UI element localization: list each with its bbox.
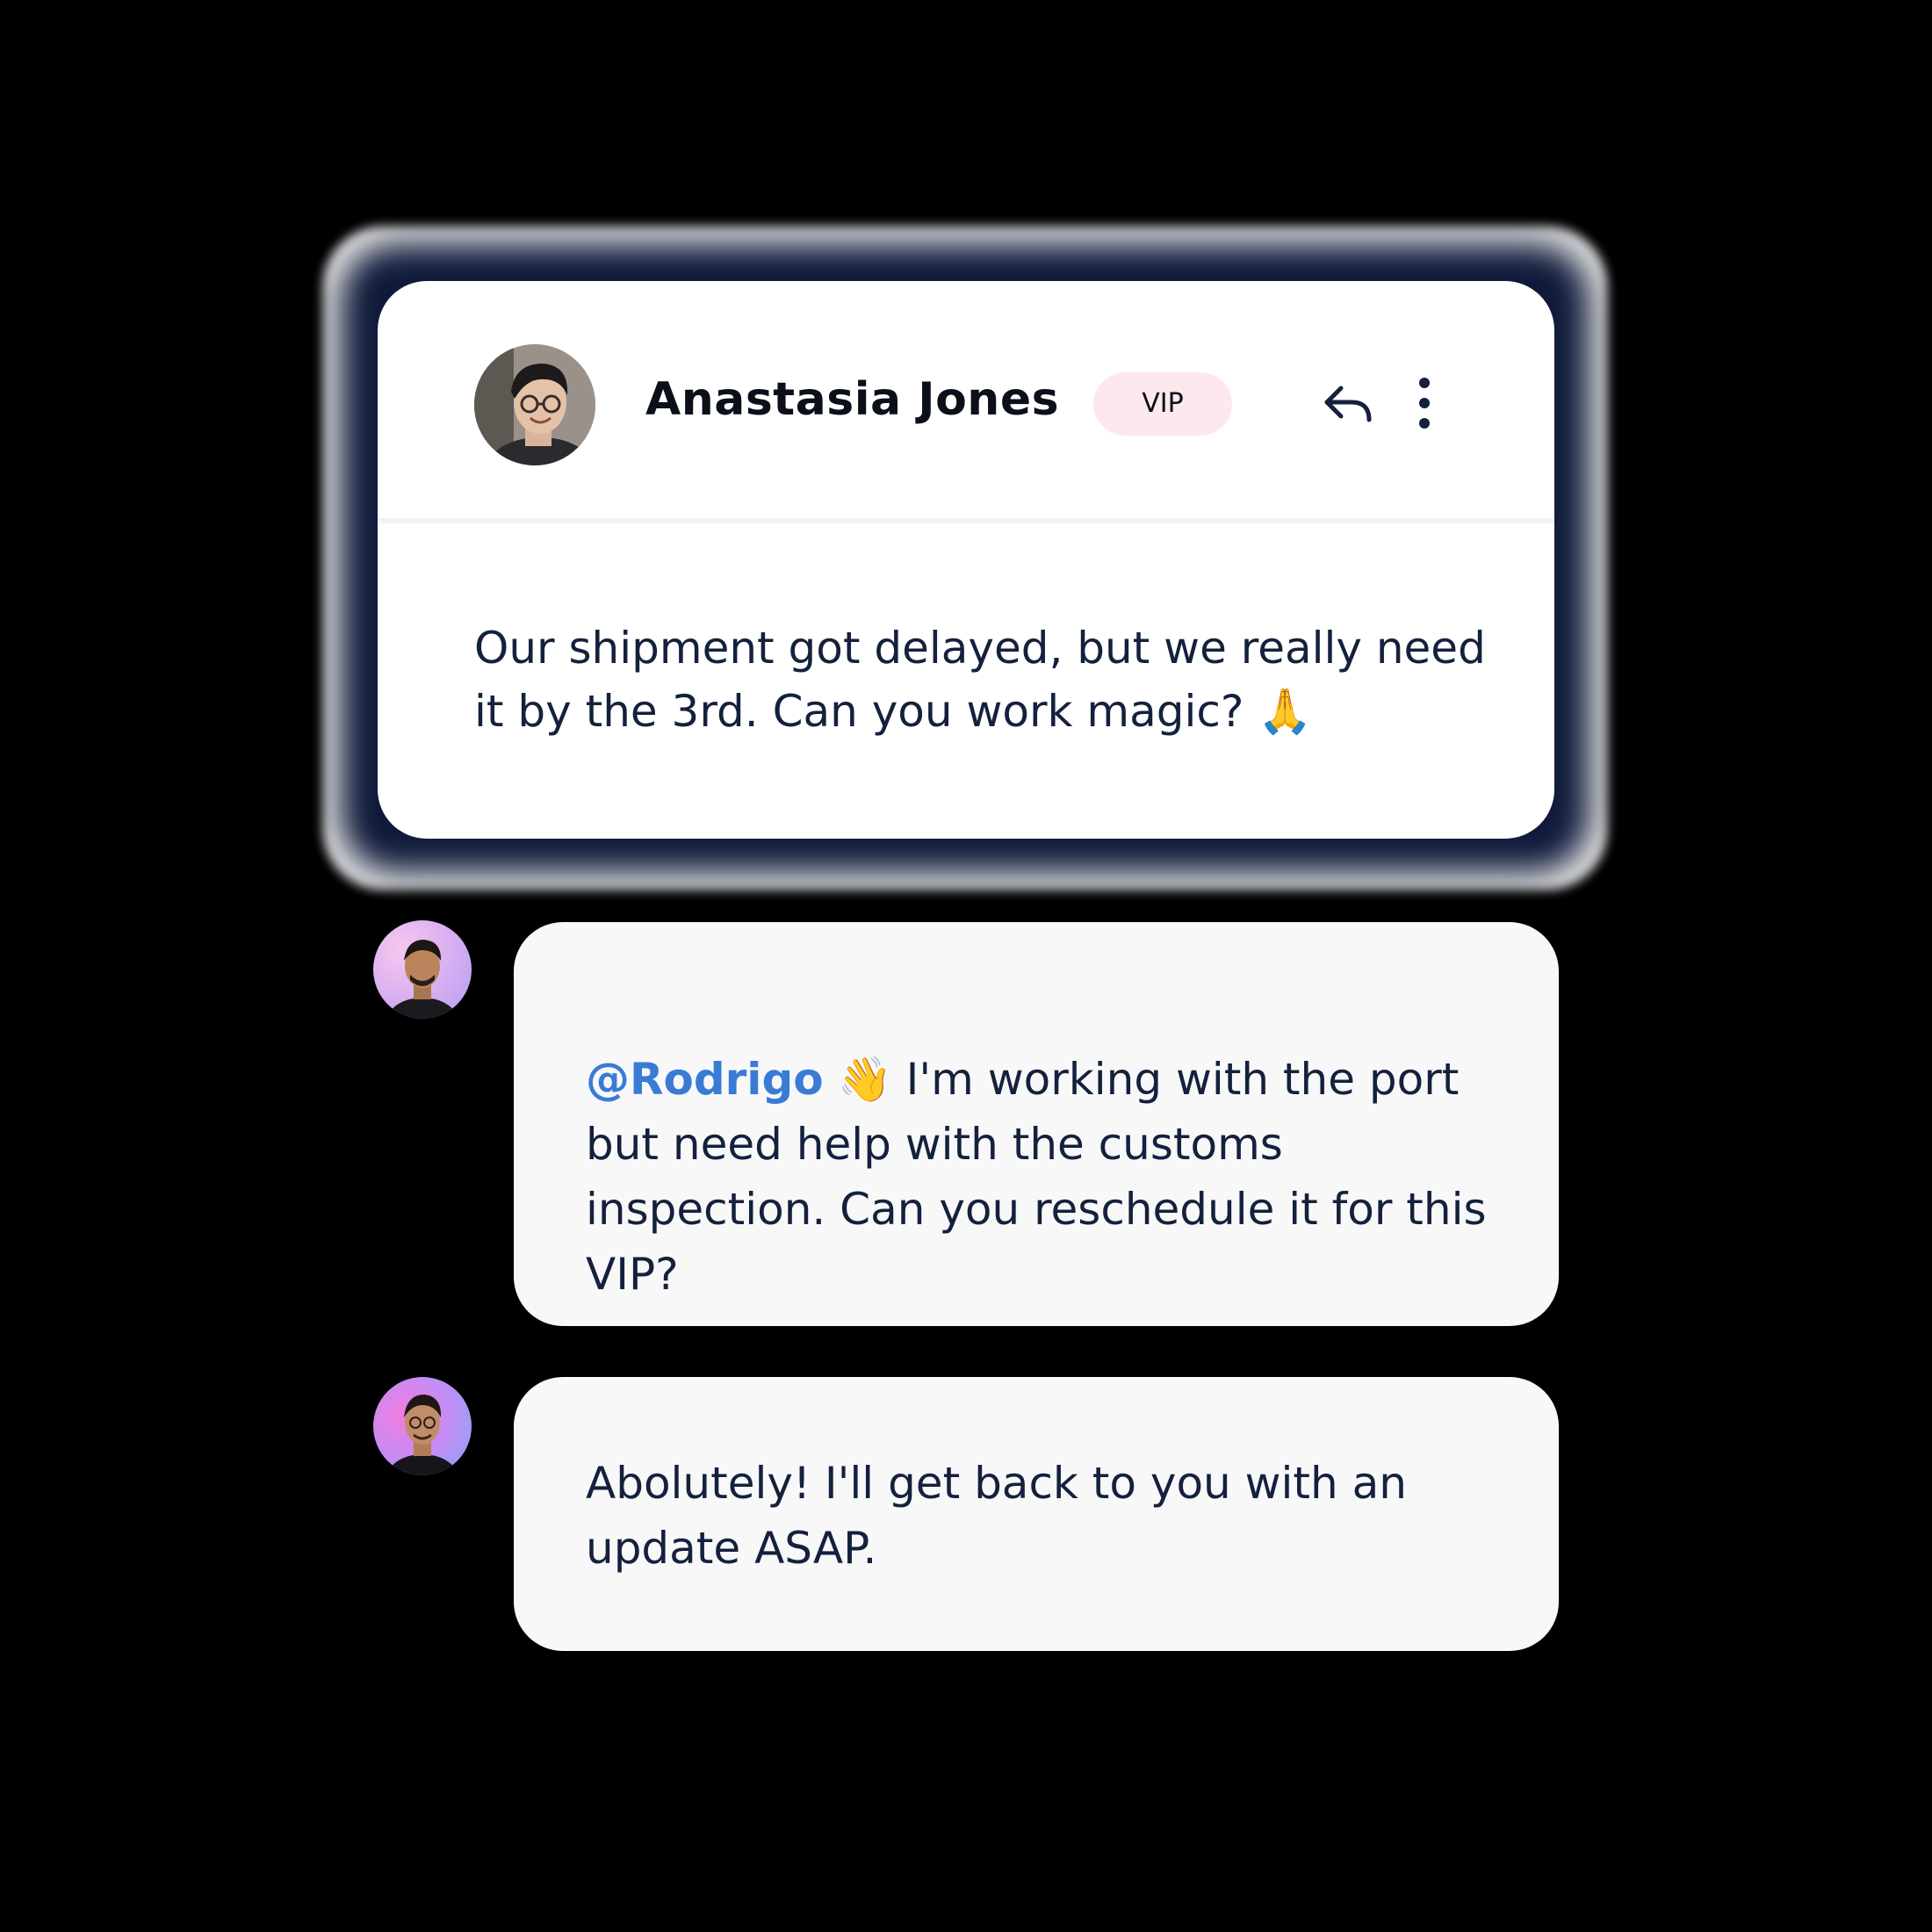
sender-name: Anastasia Jones	[645, 373, 1060, 426]
customer-message-card: Anastasia Jones VIP Our shipment got del…	[378, 281, 1554, 839]
wave-emoji: 👋	[837, 1054, 892, 1105]
divider	[378, 518, 1554, 523]
chat-bubble: Abolutely! I'll get back to you with an …	[514, 1377, 1559, 1651]
avatar	[474, 344, 595, 465]
customer-message-text: Our shipment got delayed, but we really …	[474, 623, 1486, 737]
reply-icon[interactable]	[1322, 379, 1374, 429]
chat-message-text: @Rodrigo 👋 I'm working with the port but…	[586, 1047, 1517, 1307]
more-vertical-icon[interactable]	[1414, 376, 1435, 430]
agent-avatar	[373, 920, 472, 1019]
reply-arrow-icon	[1324, 386, 1372, 422]
card-header: Anastasia Jones VIP	[378, 281, 1554, 518]
customer-avatar-icon	[474, 344, 595, 465]
kebab-menu-icon	[1419, 378, 1430, 429]
chat-message-text: Abolutely! I'll get back to you with an …	[586, 1458, 1407, 1574]
agent-avatar-icon	[386, 940, 459, 1019]
vip-badge: VIP	[1093, 372, 1232, 436]
agent-avatar-icon	[386, 1395, 459, 1475]
chat-bubble: @Rodrigo 👋 I'm working with the port but…	[514, 922, 1559, 1326]
mention-link[interactable]: @Rodrigo	[586, 1054, 824, 1105]
agent-avatar	[373, 1377, 472, 1475]
canvas: Anastasia Jones VIP Our shipment got del…	[0, 0, 1932, 1932]
